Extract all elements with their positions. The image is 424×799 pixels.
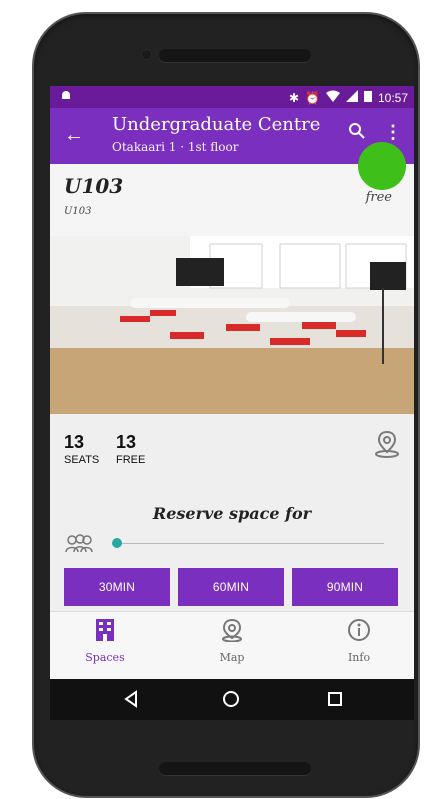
alarm-icon: ⏰ xyxy=(305,90,320,105)
reserve-60min-button[interactable]: 60MIN xyxy=(178,568,284,606)
battery-icon xyxy=(363,90,372,105)
bottom-navigation: Spaces Map Info xyxy=(50,611,414,680)
room-subtitle: U103 xyxy=(64,206,92,217)
signal-icon xyxy=(345,90,358,105)
system-home-icon[interactable] xyxy=(222,690,240,713)
reserve-30min-button[interactable]: 30MIN xyxy=(64,568,170,606)
room-photo xyxy=(50,236,414,414)
nav-map[interactable]: Map xyxy=(187,618,277,664)
status-icons: ✱ ⏰ 10:57 xyxy=(289,90,408,105)
reserve-title: Reserve space for xyxy=(152,504,312,523)
room-stats: 13 SEATS 13 FREE xyxy=(50,414,414,476)
location-pin-icon[interactable] xyxy=(374,430,400,463)
system-back-icon[interactable] xyxy=(122,690,140,713)
system-recents-icon[interactable] xyxy=(326,690,344,713)
seats-count: 13 xyxy=(64,432,85,452)
reservation-slider-thumb[interactable] xyxy=(112,538,122,548)
back-arrow-icon[interactable]: ← xyxy=(64,124,84,147)
reservation-slider-track[interactable] xyxy=(118,543,384,544)
nav-spaces[interactable]: Spaces xyxy=(60,618,150,664)
android-icon xyxy=(60,89,72,104)
app-screen: ✱ ⏰ 10:57 ← Undergraduate Centre Otakaar… xyxy=(50,86,414,720)
free-label: FREE xyxy=(116,454,146,466)
status-bar: ✱ ⏰ 10:57 xyxy=(50,86,414,108)
search-icon[interactable] xyxy=(348,122,366,145)
top-speaker xyxy=(159,49,311,62)
clock-text: 10:57 xyxy=(377,90,408,105)
free-count: 13 xyxy=(116,432,137,452)
seats-label: SEATS xyxy=(64,454,100,466)
building-icon xyxy=(60,618,150,647)
room-title: U103 xyxy=(64,174,124,198)
group-icon xyxy=(64,532,94,559)
availability-indicator xyxy=(358,142,406,190)
system-navigation-bar xyxy=(50,679,414,720)
bluetooth-icon: ✱ xyxy=(288,90,300,105)
more-options-icon[interactable]: ⋮ xyxy=(384,122,402,143)
page-title: Undergraduate Centre xyxy=(112,114,321,135)
reserve-90min-button[interactable]: 90MIN xyxy=(292,568,398,606)
map-pin-icon xyxy=(187,618,277,647)
nav-info[interactable]: Info xyxy=(314,618,404,664)
bottom-speaker xyxy=(159,762,311,775)
wifi-icon xyxy=(325,90,340,105)
availability-text: free xyxy=(365,190,392,205)
info-icon xyxy=(314,618,404,647)
front-camera xyxy=(142,50,151,59)
nav-info-label: Info xyxy=(347,651,371,664)
page-subtitle: Otakaari 1 · 1st floor xyxy=(112,140,239,154)
nav-map-label: Map xyxy=(219,651,245,664)
nav-spaces-label: Spaces xyxy=(85,651,125,664)
